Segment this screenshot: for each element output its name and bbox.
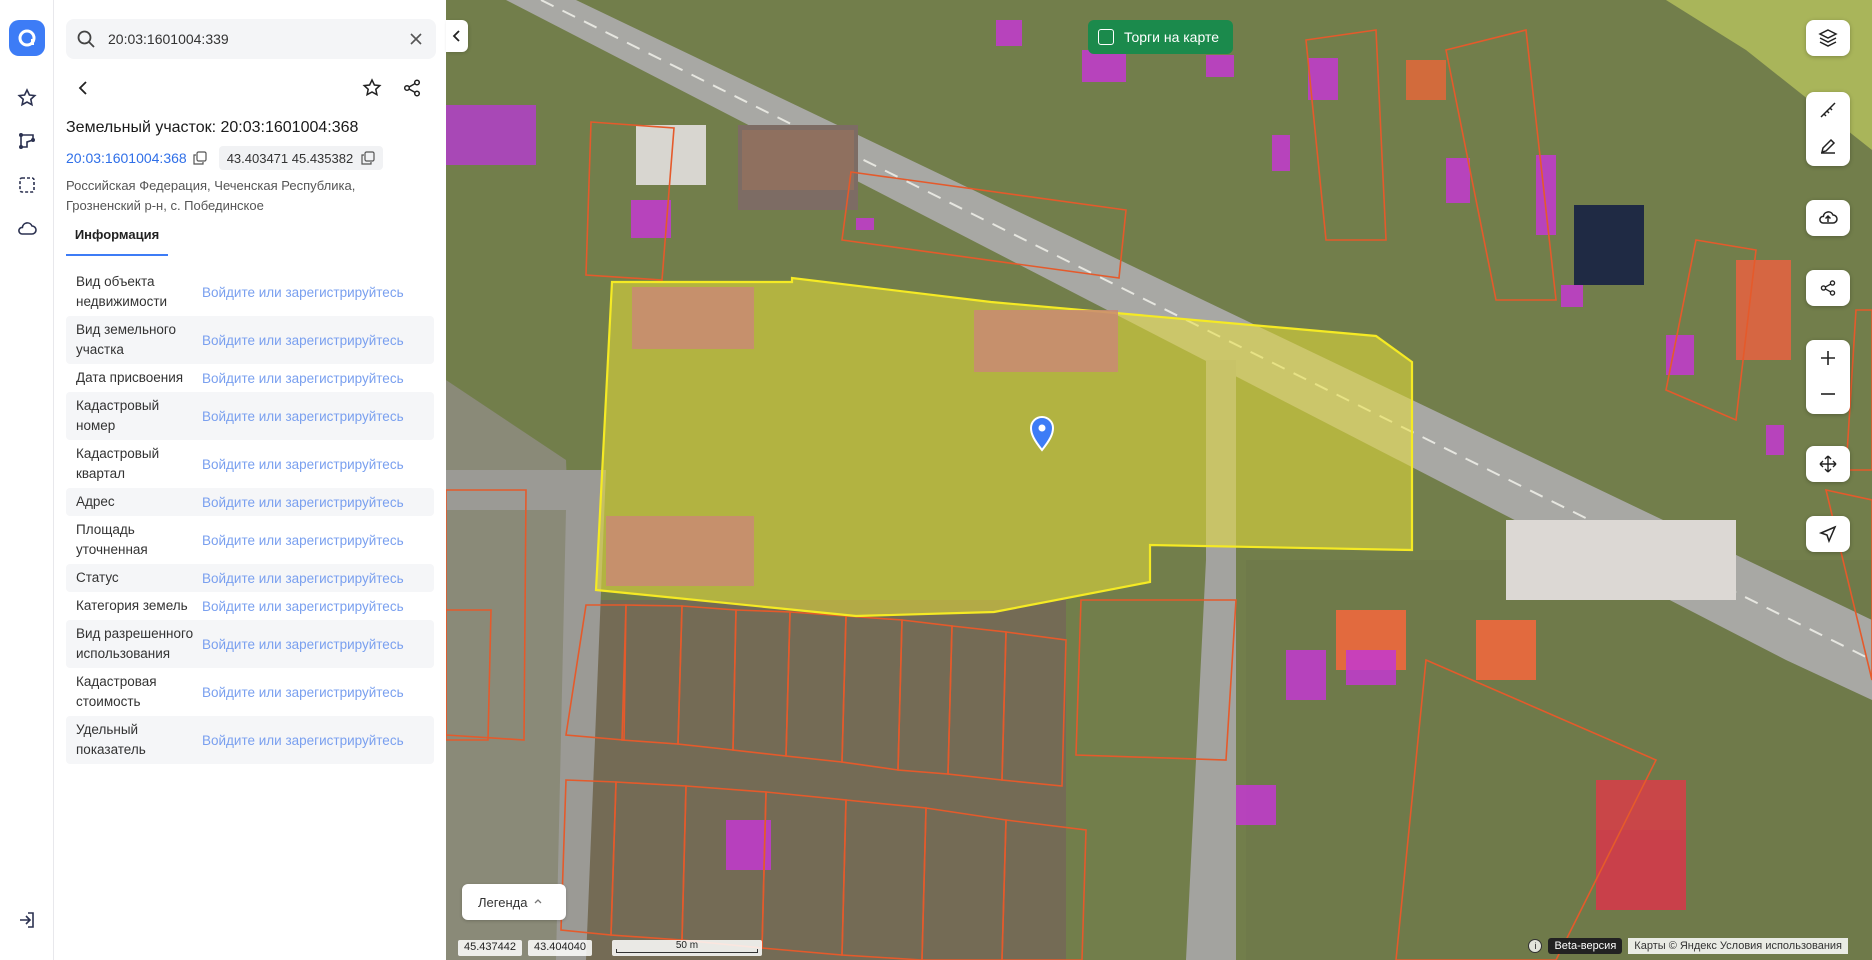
property-label: Вид разрешенного использования [76, 626, 194, 661]
login-link[interactable]: Войдите или зарегистрируйтесь [194, 333, 404, 348]
property-label: Кадастровый номер [76, 398, 160, 433]
locate-icon[interactable] [1806, 516, 1850, 552]
zoom-group [1806, 340, 1850, 414]
property-label: Вид объекта недвижимости [76, 274, 168, 309]
login-link[interactable]: Войдите или зарегистрируйтесь [194, 533, 404, 548]
property-label: Вид земельного участка [76, 322, 177, 357]
coordinates-chip[interactable]: 43.403471 45.435382 [218, 146, 384, 170]
upload-button[interactable] [1806, 200, 1850, 236]
torgi-toggle-button[interactable]: Торги на карте [1088, 20, 1233, 54]
login-link[interactable]: Войдите или зарегистрируйтесь [194, 571, 404, 586]
satellite-map[interactable] [446, 0, 1872, 960]
copy-icon[interactable] [193, 151, 207, 165]
move-button[interactable] [1806, 446, 1850, 482]
property-label: Адрес [76, 494, 115, 509]
property-row: Площадь уточненная Войдите или зарегистри… [66, 516, 434, 564]
favorite-star-icon[interactable] [358, 74, 386, 102]
property-row: Дата присвоения Войдите или зарегистрируй… [66, 364, 434, 392]
cadastral-number-link[interactable]: 20:03:1601004:368 [66, 146, 213, 170]
torgi-label: Торги на карте [1124, 29, 1219, 45]
panel-nav [54, 70, 446, 106]
map-view[interactable]: Легенда [446, 0, 1872, 960]
copy-icon[interactable] [361, 151, 375, 165]
login-link[interactable]: Войдите или зарегистрируйтесь [194, 409, 404, 424]
zoom-out-icon[interactable] [1806, 376, 1850, 412]
share-icon[interactable] [398, 74, 426, 102]
beta-badge[interactable]: Beta-версия [1548, 938, 1623, 954]
attribution[interactable]: Карты © Яндекс Условия использования [1628, 938, 1848, 954]
property-label: Статус [76, 570, 119, 585]
property-label: Кадастровая стоимость [76, 674, 157, 709]
property-label: Удельный показатель [76, 722, 146, 757]
object-address: Российская Федерация, Чеченская Республи… [66, 178, 356, 213]
share-map-button[interactable] [1806, 270, 1850, 306]
share-icon[interactable] [1806, 270, 1850, 306]
property-row: Кадастровая стоимость Войдите или зарегис… [66, 668, 434, 716]
property-row: Удельный показатель Войдите или зарегистр… [66, 716, 434, 764]
chevron-left-icon [452, 30, 460, 42]
ruler-icon[interactable] [1806, 92, 1850, 128]
legend-button[interactable]: Легенда [462, 884, 566, 920]
upload-icon[interactable] [1806, 200, 1850, 236]
search-box [66, 19, 436, 59]
property-row: Вид объекта недвижимости Войдите или заре… [66, 268, 434, 316]
login-link[interactable]: Войдите или зарегистрируйтесь [194, 733, 404, 748]
property-row: Адрес Войдите или зарегистрируйтесь [66, 488, 434, 516]
edit-icon[interactable] [1806, 128, 1850, 164]
move-icon[interactable] [1806, 446, 1850, 482]
property-label: Кадастровый квартал [76, 446, 160, 481]
zoom-in-icon[interactable] [1806, 340, 1850, 376]
property-label: Дата присвоения [76, 370, 184, 385]
search-input[interactable] [108, 31, 398, 47]
layers-button[interactable] [1806, 20, 1850, 56]
collapse-panel-button[interactable] [446, 20, 468, 52]
property-row: Кадастровый номер Войдите или зарегистрир… [66, 392, 434, 440]
property-row: Вид разрешенного использования Войдите ил… [66, 620, 434, 668]
map-footer: i Beta-версия Карты © Яндекс Условия исп… [1528, 938, 1848, 954]
coord-lon: 43.404040 [528, 940, 592, 956]
select-area-icon[interactable] [13, 171, 41, 199]
measure-group [1806, 92, 1850, 166]
login-link[interactable]: Войдите или зарегистрируйтесь [194, 495, 404, 510]
login-link[interactable]: Войдите или зарегистрируйтесь [194, 457, 404, 472]
legend-label: Легенда [478, 894, 528, 910]
chevron-up-icon [534, 899, 542, 904]
layers-icon[interactable] [1806, 20, 1850, 56]
property-row: Вид земельного участка Войдите или зареги… [66, 316, 434, 364]
login-link[interactable]: Войдите или зарегистрируйтесь [194, 371, 404, 386]
info-icon[interactable]: i [1528, 939, 1543, 953]
coordinates-text: 43.403471 45.435382 [226, 150, 354, 166]
search-icon [77, 30, 95, 48]
property-label: Площадь уточненная [76, 522, 148, 557]
properties-list: Вид объекта недвижимости Войдите или заре… [66, 268, 434, 764]
locate-button[interactable] [1806, 516, 1850, 552]
coord-lat: 45.437442 [458, 940, 522, 956]
scale-bar: 50 m [612, 940, 762, 956]
back-icon[interactable] [70, 74, 98, 102]
object-title: Земельный участок: 20:03:1601004:368 [66, 119, 359, 136]
close-icon[interactable] [406, 29, 426, 49]
login-link[interactable]: Войдите или зарегистрируйтесь [194, 637, 404, 652]
cloud-icon[interactable] [13, 215, 41, 243]
property-row: Статус Войдите или зарегистрируйтесь [66, 564, 434, 592]
login-link[interactable]: Войдите или зарегистрируйтесь [194, 685, 404, 700]
login-link[interactable]: Войдите или зарегистрируйтесь [194, 599, 404, 614]
route-icon[interactable] [13, 127, 41, 155]
logout-icon[interactable] [13, 906, 41, 934]
object-chips: 20:03:1601004:368 43.403471 45.435382 [66, 146, 384, 170]
property-row: Категория земель Войдите или зарегистриру… [66, 592, 434, 620]
tab-info[interactable]: Информация [66, 224, 168, 256]
info-panel: Земельный участок: 20:03:1601004:368 20:… [54, 0, 446, 960]
cadastral-number-text: 20:03:1601004:368 [66, 150, 187, 166]
cursor-coordinates: 45.437442 43.404040 [458, 940, 592, 956]
star-icon[interactable] [13, 84, 41, 112]
left-rail [0, 0, 54, 960]
property-label: Категория земель [76, 598, 188, 613]
logo-icon[interactable] [9, 20, 45, 56]
torgi-checkbox[interactable] [1098, 29, 1114, 45]
property-row: Кадастровый квартал Войдите или зарегистр… [66, 440, 434, 488]
login-link[interactable]: Войдите или зарегистрируйтесь [194, 285, 404, 300]
